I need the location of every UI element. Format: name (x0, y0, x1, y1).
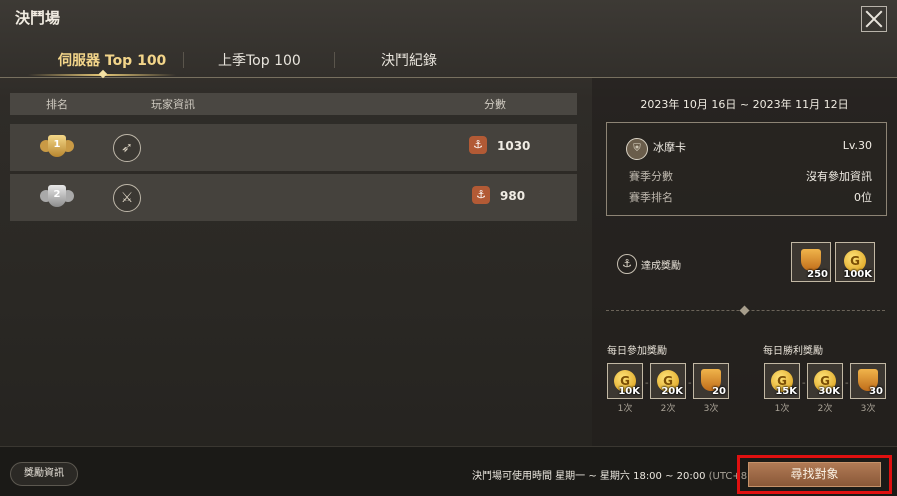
reward-quantity: 15K (775, 386, 797, 397)
active-tab-marker (98, 69, 108, 79)
bottom-bar: 獎勵資訊 決鬥場可使用時間 星期一 ~ 星期六 18:00 ~ 20:00 (U… (0, 446, 897, 496)
header-rank: 排名 (46, 98, 68, 111)
daily-participation-label: 每日參加獎勵 (607, 346, 667, 357)
season-score-label: 賽季分數 (629, 170, 673, 183)
reward-quantity: 250 (807, 269, 828, 280)
reward-count: 1次 (774, 404, 790, 414)
tab-duel-record[interactable]: 決鬥紀錄 (381, 50, 437, 70)
achievement-reward-label: 達成獎勵 (641, 261, 681, 272)
guild-crest-icon: ⛨ (626, 138, 648, 160)
silver-rank-badge: 2 (40, 184, 74, 212)
reward-item[interactable]: G 100K (835, 242, 875, 282)
window-title: 決鬥場 (15, 9, 61, 27)
player-score: 1030 (497, 139, 531, 153)
score-emblem-icon: ⚓ (472, 186, 490, 204)
player-season-card: ⛨ 冰摩卡 Lv.30 賽季分數 沒有參加資訊 賽季排名 0位 (606, 122, 887, 216)
header-player-info: 玩家資訊 (151, 98, 195, 111)
reward-item[interactable]: G 30K (807, 363, 843, 399)
season-rank-value: 0位 (854, 191, 872, 204)
step-connector: - (645, 378, 649, 389)
tab-server-top100[interactable]: 伺服器 Top 100 (58, 50, 166, 70)
reward-quantity: 10K (618, 386, 640, 397)
tab-divider (334, 52, 335, 68)
daily-victory-label: 每日勝利獎勵 (763, 346, 823, 357)
reward-item[interactable]: 30 (850, 363, 886, 399)
arena-hours: 決鬥場可使用時間 星期一 ~ 星期六 18:00 ~ 20:00 (UTC+8) (472, 467, 751, 482)
sword-icon: ⚔ (113, 184, 141, 212)
score-emblem-icon: ⚓ (469, 136, 487, 154)
reward-quantity: 20 (712, 386, 726, 397)
season-panel: 2023年 10月 16日 ~ 2023年 11月 12日 ⛨ 冰摩卡 Lv.3… (592, 78, 897, 446)
player-score: 980 (500, 189, 526, 203)
arena-hours-text: 決鬥場可使用時間 星期一 ~ 星期六 18:00 ~ 20:00 (472, 471, 706, 482)
rank-number: 1 (53, 139, 61, 150)
reward-quantity: 100K (843, 269, 872, 280)
find-opponent-button[interactable]: 尋找對象 (748, 462, 881, 487)
leaderboard-header: 排名 玩家資訊 分數 (10, 93, 577, 115)
leaderboard-panel: 排名 玩家資訊 分數 1 ➶ ⚓ 1030 2 ⚔ ⚓ 980 (0, 78, 592, 446)
reward-item[interactable]: 250 (791, 242, 831, 282)
achievement-anchor-icon: ⚓ (617, 254, 637, 274)
reward-count: 2次 (660, 404, 676, 414)
reward-item[interactable]: G 15K (764, 363, 800, 399)
season-score-value: 沒有參加資訊 (806, 170, 872, 183)
divider-ornament (739, 305, 750, 316)
season-rank-label: 賽季排名 (629, 191, 673, 204)
reward-quantity: 20K (661, 386, 683, 397)
leaderboard-row[interactable]: 2 ⚔ ⚓ 980 (10, 174, 577, 221)
step-connector: - (688, 378, 692, 389)
gold-rank-badge: 1 (40, 134, 74, 162)
reward-count: 2次 (817, 404, 833, 414)
header-score: 分數 (484, 98, 506, 111)
step-connector: - (802, 378, 806, 389)
leaderboard-row[interactable]: 1 ➶ ⚓ 1030 (10, 124, 577, 171)
tab-bar: 伺服器 Top 100 上季Top 100 決鬥紀錄 (0, 44, 897, 79)
rank-number: 2 (53, 189, 61, 200)
player-level: Lv.30 (842, 139, 872, 152)
close-icon[interactable] (861, 6, 887, 32)
reward-info-button[interactable]: 獎勵資訊 (10, 462, 78, 486)
player-name: 冰摩卡 (653, 141, 686, 154)
reward-item[interactable]: G 20K (650, 363, 686, 399)
tab-last-season-top100[interactable]: 上季Top 100 (218, 50, 301, 70)
crown-shield-icon (801, 249, 821, 271)
season-date-range: 2023年 10月 16日 ~ 2023年 11月 12日 (640, 98, 849, 111)
reward-count: 3次 (703, 404, 719, 414)
bow-icon: ➶ (113, 134, 141, 162)
reward-item[interactable]: G 10K (607, 363, 643, 399)
reward-count: 1次 (617, 404, 633, 414)
reward-count: 3次 (860, 404, 876, 414)
step-connector: - (845, 378, 849, 389)
tab-divider (183, 52, 184, 68)
reward-item[interactable]: 20 (693, 363, 729, 399)
reward-quantity: 30 (869, 386, 883, 397)
reward-quantity: 30K (818, 386, 840, 397)
